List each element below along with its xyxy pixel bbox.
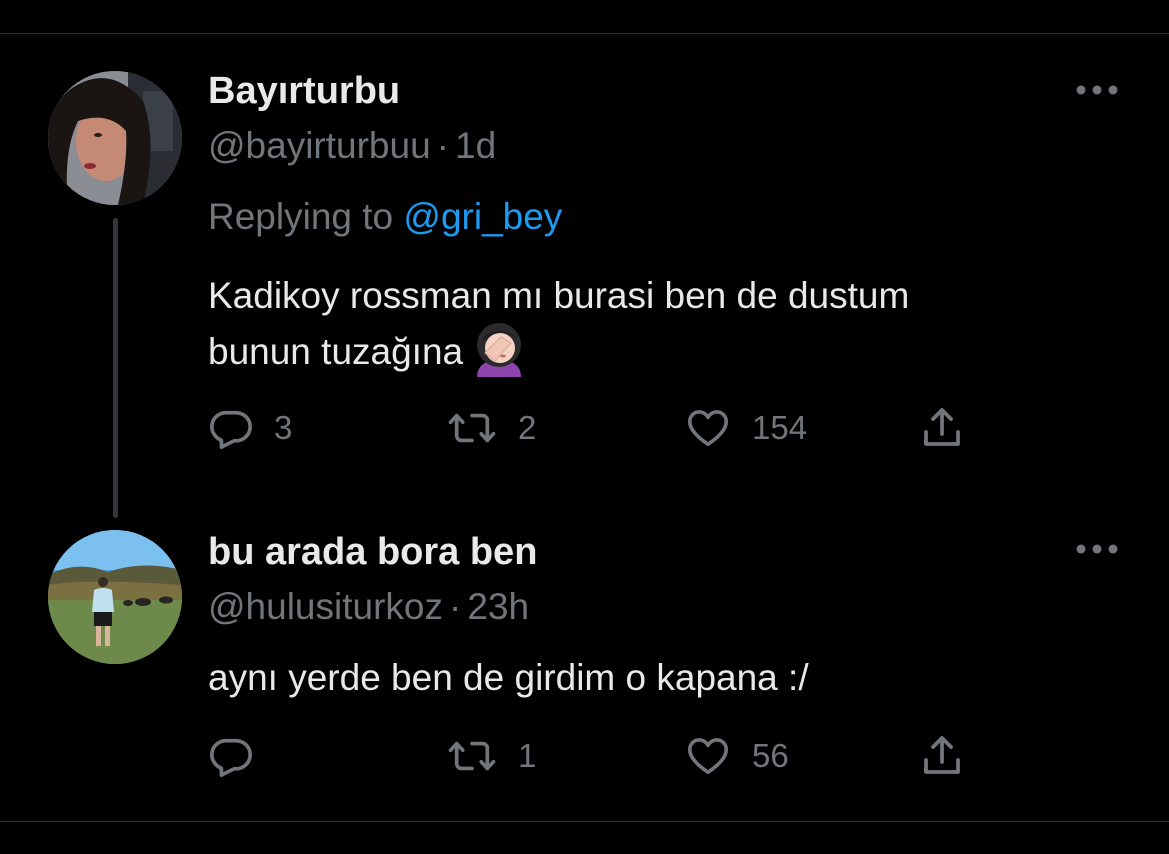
tweet-text: aynı yerde ben de girdim o kapana :/ [208, 657, 809, 698]
reply-icon [210, 738, 252, 777]
heart-icon [687, 410, 729, 447]
display-name[interactable]: Bayırturbu [208, 70, 400, 113]
share-icon [924, 736, 960, 774]
avatar-photo [48, 71, 182, 205]
retweet-icon [448, 413, 496, 443]
tweet-2[interactable]: bu arada bora ben @hulusiturkoz · 23h aynı… [0, 520, 1169, 820]
replying-prefix: Replying to [208, 196, 394, 237]
share-button[interactable] [918, 731, 966, 781]
mention-link[interactable]: @gri_bey [403, 196, 562, 237]
tweet-thread: Bayırturbu @bayirturbuu · 1d Replying to @… [0, 0, 1169, 854]
reply-count: 3 [274, 409, 293, 446]
timestamp[interactable]: 1d [455, 125, 496, 166]
action-bar: 3 2 154 [208, 403, 1008, 453]
avatar[interactable] [48, 530, 182, 664]
retweet-count: 1 [518, 737, 537, 774]
woman-facepalming-icon [471, 323, 527, 378]
avatar-photo [48, 530, 182, 664]
like-button[interactable]: 56 [684, 731, 789, 781]
timestamp[interactable]: 23h [467, 586, 529, 627]
reply-button[interactable]: 3 [208, 403, 292, 453]
avatar[interactable] [48, 71, 182, 205]
reply-icon [210, 410, 252, 449]
bottom-divider [0, 821, 1169, 822]
tweet-text: Kadikoy rossman mı burasi ben de dustum … [208, 268, 1108, 381]
share-icon [924, 408, 960, 446]
retweet-button[interactable]: 1 [446, 731, 536, 781]
retweet-icon [448, 741, 496, 771]
like-count: 56 [752, 737, 789, 774]
heart-icon [687, 738, 729, 775]
tweet-text-line: bunun tuzağına [208, 323, 1108, 381]
more-options-icon[interactable] [1075, 84, 1119, 96]
tweet-text-line: Kadikoy rossman mı burasi ben de dustum [208, 275, 910, 316]
share-button[interactable] [918, 403, 966, 453]
display-name[interactable]: bu arada bora ben [208, 531, 537, 574]
handle[interactable]: @hulusiturkoz [208, 586, 443, 627]
separator: · [436, 125, 449, 166]
retweet-count: 2 [518, 409, 537, 446]
thread-connector-line [113, 218, 118, 518]
more-options-icon[interactable] [1075, 543, 1119, 555]
like-count: 154 [752, 409, 808, 446]
reply-button[interactable] [208, 731, 274, 781]
tweet-meta: @bayirturbuu · 1d [208, 125, 496, 167]
retweet-button[interactable]: 2 [446, 403, 536, 453]
separator: · [449, 586, 462, 627]
tweet-meta: @hulusiturkoz · 23h [208, 586, 529, 628]
tweet-1[interactable]: Bayırturbu @bayirturbuu · 1d Replying to @… [0, 0, 1169, 520]
action-bar: 1 56 [208, 731, 1008, 781]
replying-to: Replying to @gri_bey [208, 196, 562, 238]
handle[interactable]: @bayirturbuu [208, 125, 431, 166]
like-button[interactable]: 154 [684, 403, 807, 453]
